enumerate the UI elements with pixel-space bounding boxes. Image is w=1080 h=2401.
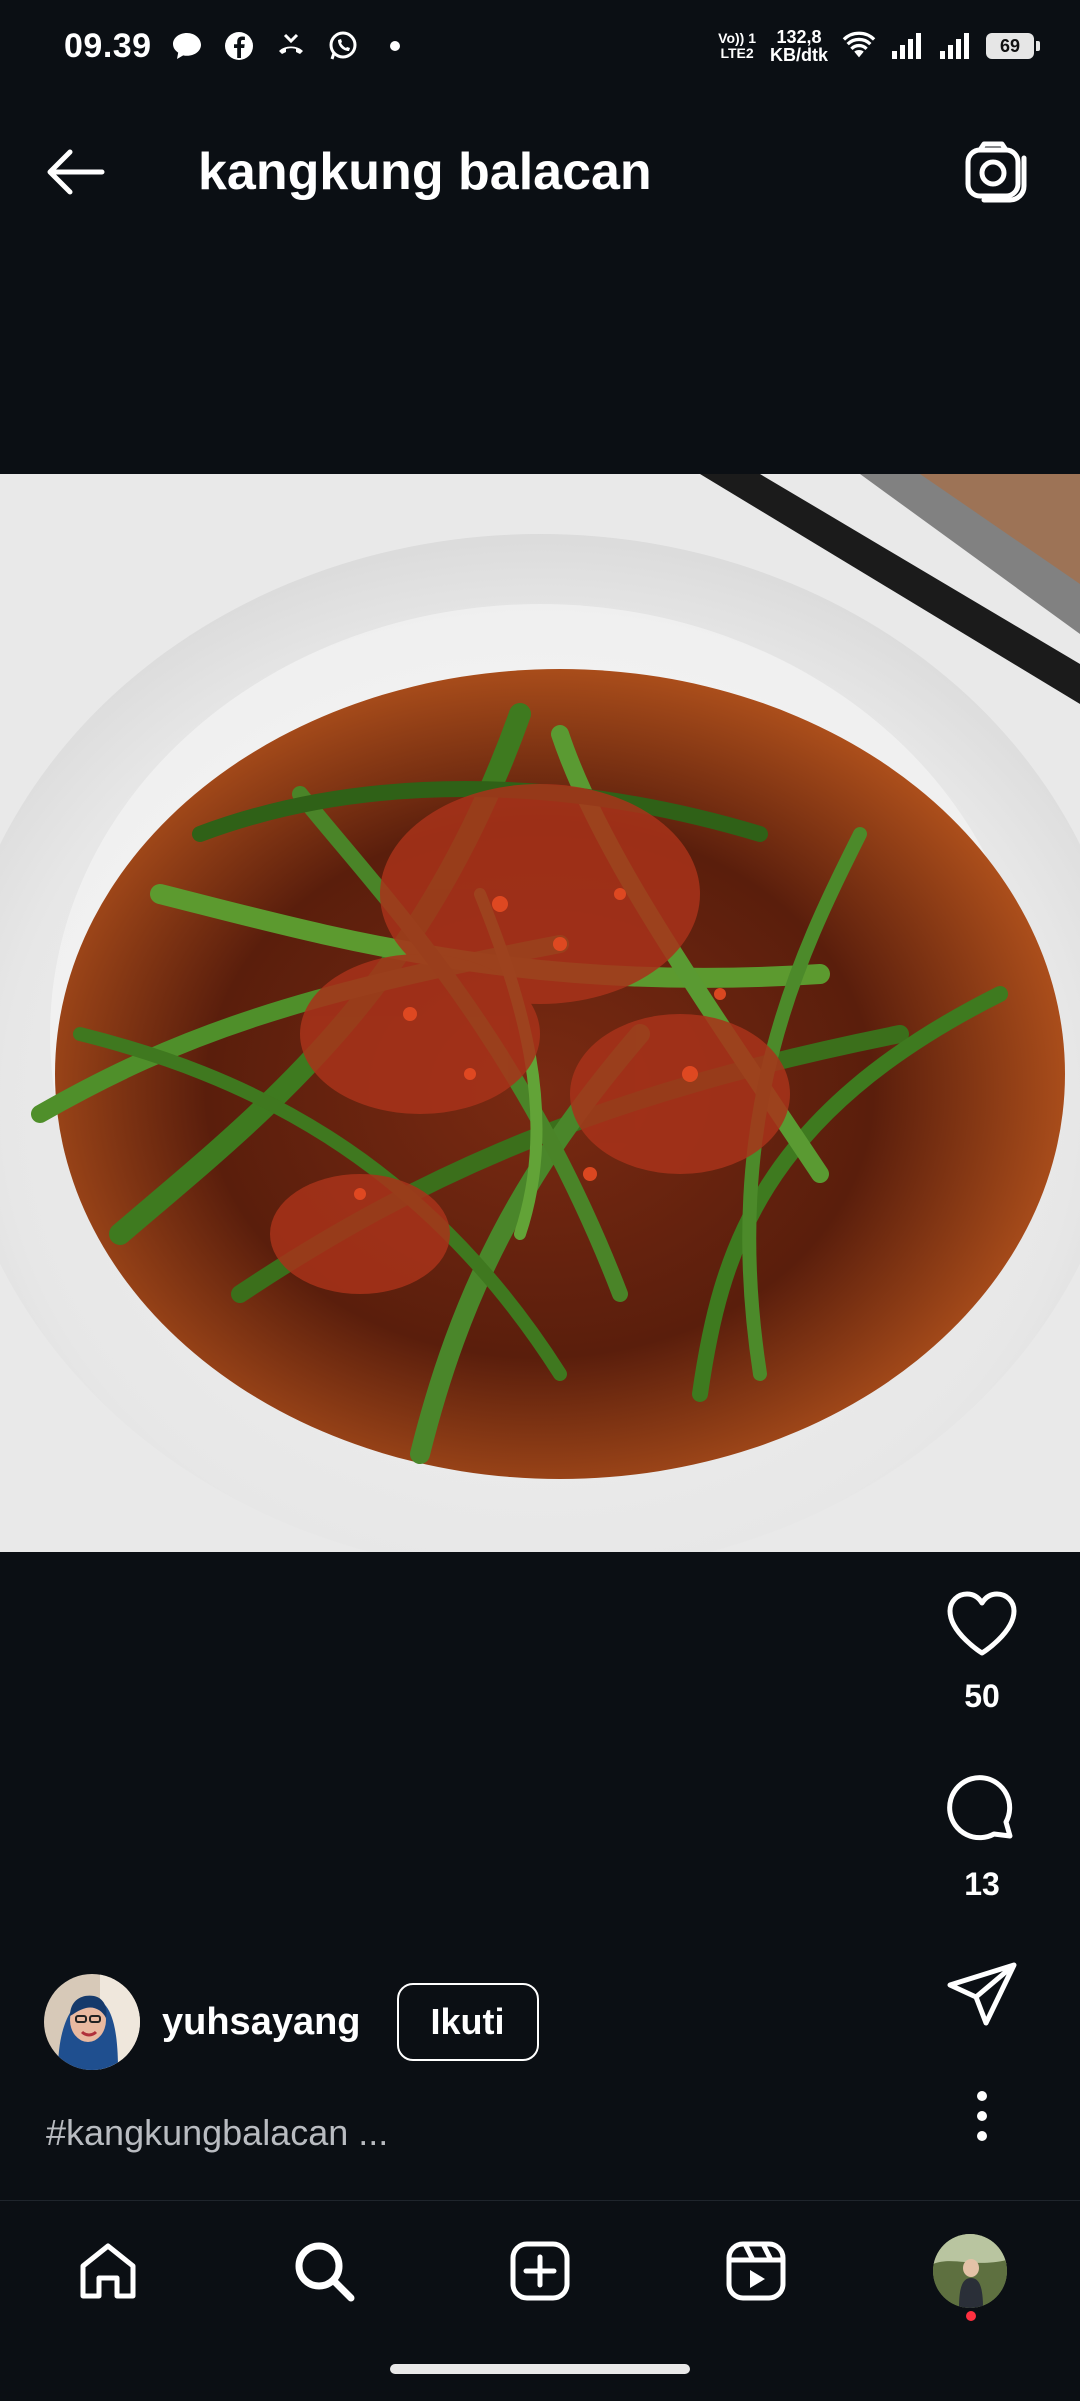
- more-vertical-icon: [977, 2091, 987, 2141]
- network-speed: 132,8 KB/dtk: [770, 28, 828, 64]
- post-caption[interactable]: #kangkungbalacan ...: [46, 2112, 388, 2154]
- camera-icon: [965, 141, 1027, 203]
- send-icon: [947, 1962, 1017, 2026]
- notification-dot: [966, 2311, 976, 2321]
- speed-value: 132,8: [776, 27, 822, 47]
- back-button[interactable]: [40, 140, 112, 204]
- missed-call-icon: [274, 29, 308, 63]
- wifi-icon: [842, 29, 876, 63]
- battery-level: 69: [999, 35, 1021, 56]
- profile-avatar: [933, 2234, 1007, 2308]
- signal-icon: [938, 29, 972, 63]
- nav-search[interactable]: [284, 2231, 364, 2311]
- more-action: [942, 2076, 1022, 2156]
- comment-icon: [947, 1775, 1013, 1841]
- like-count: 50: [964, 1678, 1000, 1714]
- status-right: Vo)) 1 LTE2 132,8 KB/dtk 69: [718, 28, 1040, 64]
- nav-create[interactable]: [500, 2231, 580, 2311]
- avatar[interactable]: [44, 1974, 140, 2070]
- comment-count: 13: [964, 1866, 1000, 1902]
- follow-button[interactable]: Ikuti: [396, 1983, 539, 2061]
- dot-icon: [378, 29, 412, 63]
- author-username[interactable]: yuhsayang: [162, 2001, 361, 2044]
- search-icon: [295, 2242, 355, 2302]
- home-indicator[interactable]: [390, 2364, 690, 2374]
- network-label-top: Vo)) 1: [718, 30, 756, 46]
- camera-button[interactable]: [958, 136, 1030, 208]
- post-author: yuhsayang Ikuti: [44, 1972, 539, 2072]
- whatsapp-icon: [326, 29, 360, 63]
- food-photo: [0, 474, 1080, 1552]
- message-icon: [170, 29, 204, 63]
- more-options-button[interactable]: [942, 2076, 1022, 2156]
- status-left: 09.39: [64, 27, 412, 66]
- comment-button[interactable]: [942, 1772, 1022, 1852]
- like-button[interactable]: [942, 1584, 1022, 1664]
- facebook-icon: [222, 29, 256, 63]
- network-label-bottom: LTE2: [720, 45, 754, 61]
- share-button[interactable]: [942, 1954, 1022, 2034]
- status-time: 09.39: [64, 26, 152, 65]
- network-indicator: Vo)) 1 LTE2: [718, 31, 756, 61]
- nav-reels[interactable]: [716, 2231, 796, 2311]
- speed-unit: KB/dtk: [770, 45, 828, 65]
- reels-icon: [726, 2241, 786, 2301]
- signal-icon: [890, 29, 924, 63]
- arrow-left-icon: [47, 149, 105, 195]
- battery-icon: 69: [986, 33, 1040, 59]
- create-icon: [510, 2241, 570, 2301]
- home-icon: [80, 2243, 136, 2299]
- nav-home[interactable]: [68, 2231, 148, 2311]
- header: kangkung balacan: [0, 118, 1080, 228]
- heart-icon: [947, 1591, 1017, 1656]
- status-bar: 09.39 Vo)) 1 LTE2 132,8 KB/dtk 69: [0, 0, 1080, 92]
- nav-profile[interactable]: [930, 2231, 1010, 2311]
- comment-action: 13: [942, 1772, 1022, 1903]
- profile-avatar-image: [933, 2234, 1007, 2308]
- post-image[interactable]: [0, 474, 1080, 1552]
- share-action: [942, 1954, 1022, 2034]
- like-action: 50: [942, 1584, 1022, 1715]
- page-title: kangkung balacan: [198, 143, 652, 201]
- author-avatar-image: [44, 1974, 140, 2070]
